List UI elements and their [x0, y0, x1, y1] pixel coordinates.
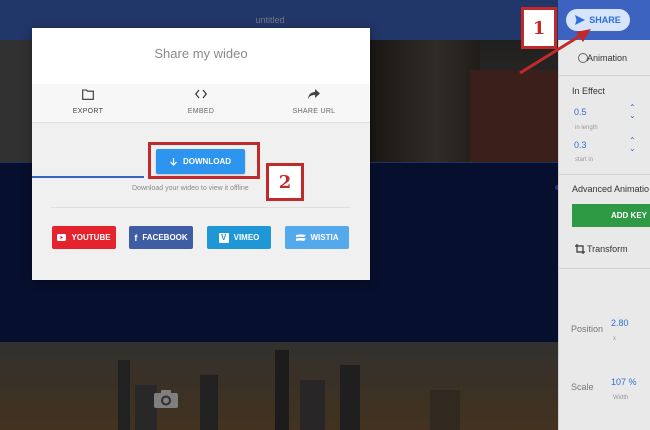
vimeo-label: VIMEO	[233, 233, 260, 242]
properties-panel: Animation In Effect 0.5 ⌃ ⌄ in length 0.3…	[558, 40, 650, 430]
animation-label: Animation	[587, 53, 628, 63]
send-icon	[575, 15, 586, 25]
in-length-label: in length	[575, 125, 598, 131]
vimeo-icon: V	[218, 232, 229, 243]
folder-icon	[82, 89, 94, 100]
tab-share-url-label: SHARE URL	[292, 108, 336, 115]
share-arrow-icon	[308, 89, 320, 99]
wistia-label: WISTIA	[310, 233, 339, 242]
transform-icon	[575, 244, 585, 254]
dialog-title: Share my wideo	[32, 28, 370, 84]
divider	[51, 207, 351, 208]
add-key-button[interactable]: ADD KEY	[572, 204, 650, 227]
position-axis: x	[613, 336, 616, 342]
in-length-stepper[interactable]: ⌃ ⌄	[629, 104, 636, 120]
transform-label[interactable]: Transform	[587, 244, 628, 254]
scale-label: Scale	[571, 382, 594, 392]
tab-share-url[interactable]: SHARE URL	[258, 84, 370, 122]
facebook-label: FACEBOOK	[142, 233, 188, 242]
code-icon	[195, 89, 207, 99]
callout-2: 2	[266, 163, 304, 201]
tab-export-label: EXPORT	[72, 108, 104, 115]
wistia-button[interactable]: WISTIA	[285, 226, 349, 249]
tab-export[interactable]: EXPORT	[32, 84, 144, 122]
in-length-value[interactable]: 0.5	[574, 107, 587, 117]
advanced-animation-label: Advanced Animatio	[572, 184, 650, 194]
scale-sub-label: Width	[613, 395, 629, 401]
vimeo-button[interactable]: V VIMEO	[207, 226, 271, 249]
facebook-button[interactable]: f FACEBOOK	[129, 226, 193, 249]
start-stepper[interactable]: ⌃ ⌄	[629, 137, 636, 153]
start-value[interactable]: 0.3	[574, 140, 587, 150]
position-label: Position	[571, 324, 604, 334]
share-button[interactable]: SHARE	[566, 9, 630, 31]
scale-value[interactable]: 107 %	[611, 377, 637, 387]
start-label: start in	[575, 157, 594, 163]
facebook-icon: f	[134, 232, 138, 243]
youtube-button[interactable]: YOUTUBE	[52, 226, 116, 249]
tab-embed-label: EMBED	[187, 108, 215, 115]
wistia-icon	[295, 234, 306, 241]
download-hint: Download your wideo to view it offline	[132, 185, 249, 192]
position-value[interactable]: 2.80	[611, 318, 629, 328]
download-highlight-box	[148, 142, 260, 179]
youtube-label: YOUTUBE	[71, 233, 111, 242]
callout-1: 1	[521, 7, 557, 49]
dialog-tabs: EXPORT EMBED SHARE URL	[32, 84, 370, 178]
tab-embed[interactable]: EMBED	[145, 84, 257, 122]
share-button-label: SHARE	[589, 15, 621, 25]
active-tab-indicator	[32, 176, 144, 178]
in-effect-label: In Effect	[572, 86, 605, 96]
youtube-icon	[57, 234, 67, 241]
